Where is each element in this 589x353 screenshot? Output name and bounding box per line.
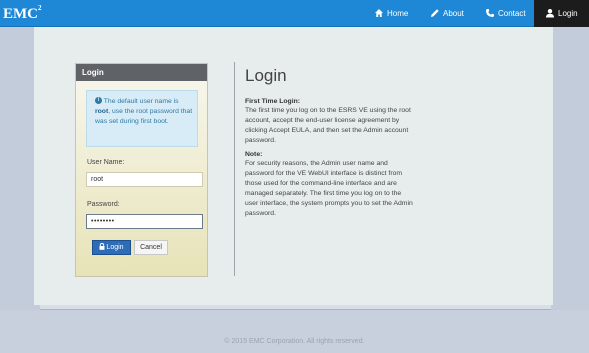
info-icon: i bbox=[95, 96, 102, 104]
vertical-divider bbox=[234, 62, 235, 276]
note-text: For security reasons, the Admin user nam… bbox=[245, 160, 413, 217]
first-time-text: The first time you log on to the ESRS VE… bbox=[245, 107, 411, 144]
user-icon bbox=[546, 8, 554, 18]
login-form: Login i The default user name is root, u… bbox=[75, 63, 208, 277]
nav-contact-link[interactable]: Contact bbox=[485, 0, 526, 27]
phone-icon bbox=[486, 8, 494, 17]
login-help-content: Login First Time Login: The first time y… bbox=[245, 66, 415, 223]
username-label: User Name: bbox=[87, 159, 125, 166]
info-text-1: The default user name is bbox=[103, 98, 179, 105]
cancel-button[interactable]: Cancel bbox=[134, 240, 168, 255]
pencil-icon bbox=[431, 9, 439, 17]
first-time-heading: First Time Login: bbox=[245, 98, 301, 105]
brand-superscript: 2 bbox=[38, 4, 42, 12]
nav-login-link[interactable]: Login bbox=[534, 0, 589, 27]
login-button-label: Login bbox=[106, 244, 124, 251]
info-text-2: , use the root password that was set dur… bbox=[95, 108, 193, 125]
home-icon bbox=[375, 8, 383, 17]
nav-home-link[interactable]: Home bbox=[374, 0, 408, 27]
info-text-username: root bbox=[95, 108, 109, 115]
login-form-title: Login bbox=[76, 64, 207, 81]
nav-contact-label: Contact bbox=[498, 9, 526, 18]
password-input[interactable]: •••••••• bbox=[86, 214, 203, 229]
panel-shadow bbox=[40, 305, 551, 310]
lock-icon bbox=[99, 242, 105, 250]
login-button[interactable]: Login bbox=[92, 240, 131, 255]
username-input[interactable]: root bbox=[86, 172, 203, 187]
brand-name: EMC bbox=[3, 6, 38, 22]
note-heading: Note: bbox=[245, 151, 263, 158]
nav-login-label: Login bbox=[558, 9, 578, 18]
brand-logo[interactable]: EMC2 bbox=[3, 4, 42, 23]
default-user-info: i The default user name is root, use the… bbox=[86, 90, 198, 147]
footer-copyright: © 2015 EMC Corporation. All rights reser… bbox=[224, 338, 365, 345]
page-title: Login bbox=[245, 66, 287, 85]
nav-about-link[interactable]: About bbox=[430, 0, 464, 27]
nav-about-label: About bbox=[443, 9, 464, 18]
password-label: Password: bbox=[87, 201, 120, 208]
top-navbar: EMC2 Home About Contact Login bbox=[0, 0, 589, 27]
nav-home-label: Home bbox=[387, 9, 409, 18]
